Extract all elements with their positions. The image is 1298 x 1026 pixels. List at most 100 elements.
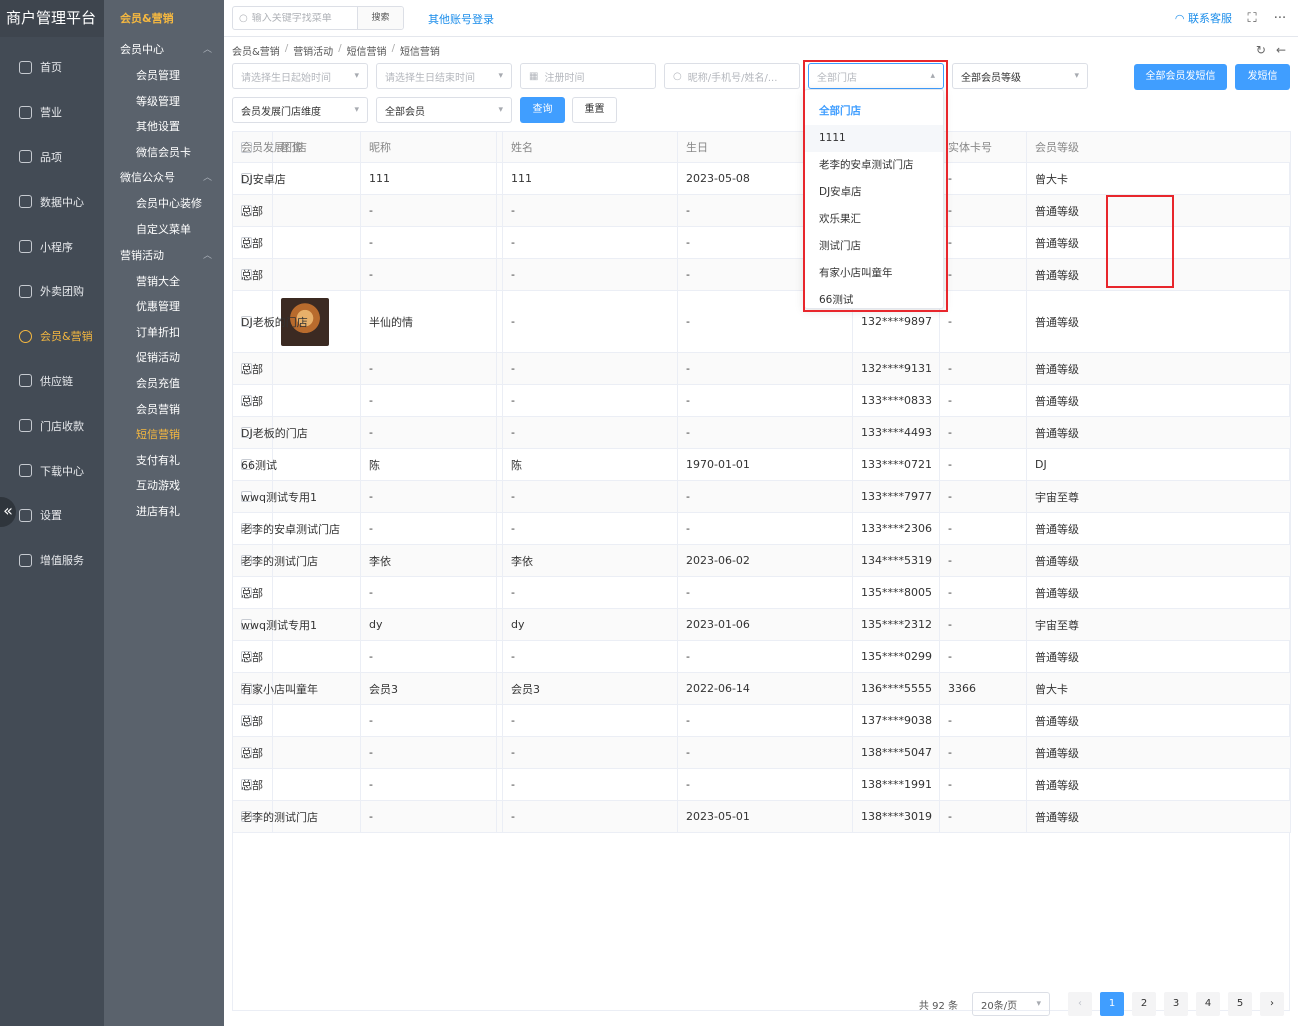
nav-item[interactable]: 数据中心 [0, 179, 104, 224]
chevron-up-icon: ︿ [202, 250, 212, 261]
breadcrumb-item[interactable]: 会员&营销 [232, 43, 280, 58]
table-row: - - -132****9131- 普通等级 总部 [233, 353, 1291, 385]
table-cell: 普通等级 [1027, 291, 1291, 352]
menu-search-input[interactable] [247, 12, 357, 24]
keyword-input[interactable]: ○ 昵称/手机号/姓名/... [664, 63, 800, 89]
table-cell: 普通等级 [1027, 513, 1291, 544]
table-cell: 总部 [233, 769, 497, 800]
back-arrow-icon[interactable]: ← [1276, 43, 1286, 57]
subnav-item[interactable]: 会员充值 [104, 371, 224, 397]
dimension-value: 会员发展门店维度 [241, 106, 321, 118]
prev-page-button[interactable]: ‹ [1068, 992, 1092, 1016]
page-button[interactable]: 3 [1164, 992, 1188, 1016]
more-icon[interactable]: ··· [1272, 11, 1288, 26]
table-cell: - [503, 577, 678, 608]
subnav-item[interactable]: 互动游戏 [104, 473, 224, 499]
nav-group[interactable]: 微信公众号 ︿ [104, 165, 224, 191]
subnav-item[interactable]: 自定义菜单 [104, 217, 224, 243]
nav-item[interactable]: 小程序 [0, 224, 104, 269]
table-row: - - -133****0833- 普通等级 总部 [233, 385, 1291, 417]
reset-button[interactable]: 重置 [572, 97, 617, 123]
subnav-item[interactable]: 优惠管理 [104, 294, 224, 320]
nav-item[interactable]: 门店收款 [0, 403, 104, 448]
subnav-item[interactable]: 支付有礼 [104, 448, 224, 474]
send-sms-button[interactable]: 发短信 [1235, 64, 1290, 90]
member-type-select[interactable]: 全部会员 ▾ [376, 97, 512, 123]
subnav-item[interactable]: 会员营销 [104, 397, 224, 423]
table-cell: 李依 [503, 545, 678, 576]
nav-group-label: 会员中心 [120, 43, 164, 56]
table-cell: - [940, 737, 1027, 768]
dimension-select[interactable]: 会员发展门店维度 ▾ [232, 97, 368, 123]
refresh-icon[interactable]: ↻ [1256, 43, 1266, 57]
nav-item[interactable]: 首页 [0, 45, 104, 90]
other-account-login-link[interactable]: 其他账号登录 [428, 11, 494, 27]
send-all-sms-button[interactable]: 全部会员发短信 [1134, 64, 1227, 90]
breadcrumb-item[interactable]: 短信营销 [347, 43, 387, 58]
subnav-item[interactable]: 促销活动 [104, 345, 224, 371]
table-cell: - [940, 545, 1027, 576]
page-button[interactable]: 5 [1228, 992, 1252, 1016]
menu-search-button[interactable]: 搜索 [357, 7, 403, 29]
page-button[interactable]: 4 [1196, 992, 1220, 1016]
next-page-button[interactable]: › [1260, 992, 1284, 1016]
table-cell: - [940, 195, 1027, 226]
nav-item[interactable]: 会员&营销 [0, 314, 104, 359]
query-button[interactable]: 查询 [520, 97, 565, 123]
table-cell: 会员3 [503, 673, 678, 704]
subnav-item[interactable]: 进店有礼 [104, 499, 224, 525]
calendar-icon: ▦ [529, 70, 539, 82]
table-cell: DJ安卓店 [233, 163, 497, 194]
nav-item[interactable]: 营业 [0, 90, 104, 135]
subnav-item[interactable]: 等级管理 [104, 89, 224, 115]
page-size-select[interactable]: 20条/页 ▾ [972, 992, 1050, 1016]
subnav-item[interactable]: 微信会员卡 [104, 140, 224, 166]
page-button[interactable]: 2 [1132, 992, 1156, 1016]
nav-item[interactable]: 外卖团购 [0, 269, 104, 314]
table-cell: 2023-01-06 [678, 609, 853, 640]
subnav-item[interactable]: 短信营销 [104, 422, 224, 448]
contact-service-link[interactable]: ◠ 联系客服 [1175, 10, 1232, 26]
subnav-item[interactable]: 订单折扣 [104, 320, 224, 346]
register-time-picker[interactable]: ▦ 注册时间 [520, 63, 656, 89]
pagination: 共 92 条 20条/页 ▾ ‹ 12345 › [919, 992, 1284, 1016]
nav-item-label: 增值服务 [40, 554, 84, 568]
subnav-item[interactable]: 其他设置 [104, 114, 224, 140]
table-cell: - [678, 705, 853, 736]
register-time-placeholder: 注册时间 [544, 72, 585, 84]
table-cell: 134****5319 [853, 545, 940, 576]
nav-group[interactable]: 会员中心 ︿ [104, 37, 224, 63]
member-level-select[interactable]: 全部会员等级 ▾ [952, 63, 1088, 89]
table-cell: 有家小店叫童年 [233, 673, 497, 704]
table-cell: - [503, 513, 678, 544]
subnav-item[interactable]: 会员中心装修 [104, 191, 224, 217]
nav-item[interactable]: 品项 [0, 135, 104, 180]
chevron-up-icon: ︿ [202, 173, 212, 184]
table-cell: - [940, 417, 1027, 448]
app-root: 商户管理平台 首页 营业 品项 数据中心 小程序 外卖团购 会员&营销 供应链 门店收款 下载中心… [0, 0, 1298, 1026]
page-size-value: 20条/页 [981, 1000, 1018, 1012]
table-cell: - [678, 513, 853, 544]
nav-item[interactable]: 供应链 [0, 359, 104, 404]
bag-icon [19, 150, 32, 164]
birthday-start-picker[interactable]: 请选择生日起始时间 ▾ [232, 63, 368, 89]
page-button[interactable]: 1 [1100, 992, 1124, 1016]
fullscreen-icon[interactable]: ⛶ [1244, 11, 1260, 26]
breadcrumb-item[interactable]: 营销活动 [293, 43, 333, 58]
subnav-item[interactable]: 会员管理 [104, 63, 224, 89]
nav-item-label: 品项 [40, 150, 62, 164]
share-icon [19, 195, 32, 209]
chevron-down-icon: ▾ [354, 71, 359, 81]
table-cell: - [940, 801, 1027, 832]
search-icon: ○ [673, 70, 682, 82]
nav-item[interactable]: 增值服务 [0, 538, 104, 583]
nav-group[interactable]: 营销活动 ︿ [104, 243, 224, 269]
birthday-end-picker[interactable]: 请选择生日结束时间 ▾ [376, 63, 512, 89]
search-icon: ○ [239, 12, 248, 24]
store-highlight-box [1106, 195, 1174, 288]
table-cell: 135****2312 [853, 609, 940, 640]
nav-item[interactable]: 下载中心 [0, 448, 104, 493]
table-cell: 普通等级 [1027, 801, 1291, 832]
table-cell: 曾大卡 [1027, 163, 1291, 194]
subnav-item[interactable]: 营销大全 [104, 269, 224, 295]
